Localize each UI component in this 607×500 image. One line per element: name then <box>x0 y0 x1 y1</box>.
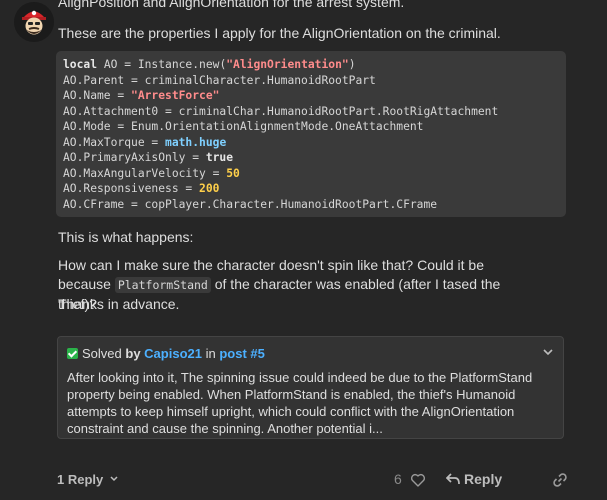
link-icon[interactable] <box>552 472 568 488</box>
post-top-line: AlignPosition and AlignOrientation for t… <box>58 0 405 10</box>
code-line: AO.Mode = Enum.OrientationAlignmentMode.… <box>63 119 559 135</box>
inline-code-platformstand: PlatformStand <box>114 277 211 293</box>
code-token: AO.Responsiveness = <box>63 182 200 195</box>
code-token: "AlignOrientation" <box>226 58 349 71</box>
code-token: AO.Mode = Enum.OrientationAlignmentMode.… <box>63 120 424 133</box>
code-token: local <box>63 58 98 71</box>
thanks-text: Thanks in advance. <box>58 296 180 312</box>
code-token: AO.Attachment0 = criminalChar.HumanoidRo… <box>63 104 499 118</box>
code-token: 50 <box>226 166 240 180</box>
code-line: AO.Name = "ArrestForce" <box>63 88 559 104</box>
code-token: AO.MaxTorque = <box>63 135 166 149</box>
reply-arrow-icon <box>445 473 460 485</box>
code-line: local AO = Instance.new("AlignOrientatio… <box>63 57 559 73</box>
chevron-down-icon[interactable] <box>541 345 555 359</box>
code-token: AO.MaxAngularVelocity = <box>63 166 227 180</box>
code-token: "ArrestForce" <box>131 89 220 102</box>
post-intro: These are the properties I apply for the… <box>58 25 501 41</box>
chevron-down-icon <box>110 476 118 482</box>
solved-by: by <box>125 346 141 361</box>
code-line: AO.Parent = criminalCharacter.HumanoidRo… <box>63 73 559 89</box>
code-token: 200 <box>199 182 220 195</box>
code-token: AO.PrimaryAxisOnly = <box>63 151 206 164</box>
solved-excerpt: After looking into it, The spinning issu… <box>67 370 533 436</box>
reply-label: Reply <box>464 471 503 487</box>
code-line: AO.PrimaryAxisOnly = true <box>63 150 559 166</box>
reply-button[interactable]: Reply <box>445 471 503 487</box>
post-actions: 1 Reply 6 Reply <box>0 468 607 492</box>
code-line: AO.MaxAngularVelocity = 50 <box>63 166 559 182</box>
code-line: AO.Attachment0 = criminalChar.HumanoidRo… <box>63 104 559 120</box>
code-token: ) <box>348 58 356 71</box>
code-line: AO.CFrame = copPlayer.Character.Humanoid… <box>63 197 559 213</box>
code-line: AO.Responsiveness = 200 <box>63 181 559 197</box>
solved-author-link[interactable]: Capiso21 <box>144 346 202 361</box>
solved-in: in <box>205 346 216 361</box>
code-block: local AO = Instance.new("AlignOrientatio… <box>56 51 566 217</box>
code-token: AO.Parent = criminalCharacter.HumanoidRo… <box>63 73 376 87</box>
code-token: AO.CFrame = copPlayer.Character.Humanoid… <box>63 197 438 211</box>
check-icon <box>67 348 78 359</box>
what-happens-text: This is what happens: <box>58 229 194 245</box>
replies-count: 1 Reply <box>57 472 104 487</box>
code-token: math.huge <box>165 135 227 149</box>
code-token: AO.Name = <box>63 89 132 102</box>
like-count: 6 <box>394 471 402 487</box>
solved-box[interactable]: Solved by Capiso21 in post #5 After look… <box>57 336 564 439</box>
solved-header: Solved by Capiso21 in post #5 <box>67 346 265 361</box>
avatar[interactable] <box>14 2 54 42</box>
code-token: true <box>205 151 234 164</box>
solved-post-link[interactable]: post #5 <box>219 346 265 361</box>
replies-toggle[interactable]: 1 Reply <box>57 472 119 487</box>
code-token: AO = Instance.new( <box>97 58 227 71</box>
code-line: AO.MaxTorque = math.huge <box>63 135 559 151</box>
heart-icon[interactable] <box>410 472 426 488</box>
solved-label: Solved <box>82 346 122 361</box>
